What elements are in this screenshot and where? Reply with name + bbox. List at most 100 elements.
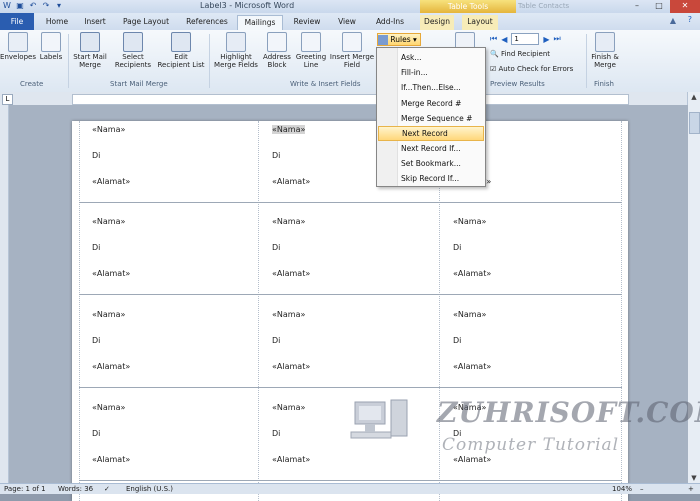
undo-icon[interactable]: ↶ (28, 1, 38, 11)
tab-file[interactable]: File (0, 13, 34, 30)
merge-field-di: Di (92, 429, 101, 438)
record-number-input[interactable]: 1 (511, 33, 540, 45)
tab-design[interactable]: Design (420, 15, 454, 30)
highlight-icon (226, 32, 246, 52)
redo-icon[interactable]: ↷ (41, 1, 51, 11)
label-cell[interactable]: «Nama» Di «Alamat» (441, 310, 611, 402)
merge-field-nama: «Nama» (92, 125, 126, 134)
tab-references[interactable]: References (183, 15, 231, 30)
horizontal-ruler: L (0, 92, 700, 106)
address-block-button[interactable]: Address Block (260, 32, 294, 69)
group-label-finish: Finish (594, 80, 614, 88)
label-cell[interactable]: «Nama» Di «Alamat» (441, 217, 611, 309)
minimize-ribbon-icon[interactable]: ▲ (670, 16, 676, 25)
merge-field-di: Di (272, 151, 281, 160)
save-icon[interactable]: ▣ (15, 1, 25, 11)
tab-page-layout[interactable]: Page Layout (120, 15, 172, 30)
last-record-icon[interactable]: ⏭ (554, 34, 561, 44)
envelope-icon (8, 32, 28, 52)
scroll-thumb[interactable] (689, 112, 700, 134)
rules-menu-item[interactable]: Ask... (377, 50, 485, 65)
find-icon: 🔍 (490, 50, 499, 58)
rules-menu-item[interactable]: Fill-in... (377, 65, 485, 80)
group-label-write-insert: Write & Insert Fields (290, 80, 361, 88)
merge-field-alamat: «Alamat» (92, 177, 131, 186)
label-cell[interactable]: «Nama» Di «Alamat» (80, 125, 250, 217)
ghost-tab-label: Table Contacts (518, 2, 570, 10)
labels-icon (41, 32, 61, 52)
rules-menu-item[interactable]: Set Bookmark... (377, 156, 485, 171)
tab-insert[interactable]: Insert (80, 15, 110, 30)
tab-layout[interactable]: Layout (462, 15, 498, 30)
tab-add-ins[interactable]: Add-Ins (370, 15, 410, 30)
tab-mailings[interactable]: Mailings (237, 15, 283, 31)
tab-selector[interactable]: L (2, 94, 13, 105)
close-icon[interactable]: ✕ (670, 0, 700, 13)
scroll-up-icon[interactable]: ▲ (688, 92, 700, 102)
merge-field-di: Di (272, 429, 281, 438)
title-bar: W ▣ ↶ ↷ ▾ Label3 - Microsoft Word Table … (0, 0, 700, 13)
insert-merge-field-button[interactable]: Insert Merge Field (328, 32, 376, 69)
rules-menu-item[interactable]: Next Record If... (377, 141, 485, 156)
maximize-icon[interactable]: □ (648, 0, 670, 13)
tab-home[interactable]: Home (42, 15, 72, 30)
merge-field-alamat: «Alamat» (92, 269, 131, 278)
merge-field-alamat: «Alamat» (92, 455, 131, 464)
minimize-icon[interactable]: – (626, 0, 648, 13)
first-record-icon[interactable]: ⏮ (490, 34, 497, 44)
start-mail-merge-button[interactable]: Start Mail Merge (72, 32, 108, 69)
find-recipient-button[interactable]: 🔍 Find Recipient (490, 50, 550, 58)
help-icon[interactable]: ? (688, 15, 692, 24)
ribbon-tabs: File Home Insert Page Layout References … (0, 13, 700, 31)
label-cell[interactable]: «Nama» Di «Alamat» (80, 217, 250, 309)
rules-menu-item[interactable]: If...Then...Else... (377, 80, 485, 95)
merge-field-nama: «Nama» (92, 310, 126, 319)
rules-menu-item[interactable]: Merge Record # (377, 96, 485, 111)
group-label-preview: Preview Results (490, 80, 545, 88)
merge-field-di: Di (453, 336, 462, 345)
label-cell[interactable]: «Nama» Di «Alamat» (80, 403, 250, 495)
mailings-ribbon: Envelopes Labels Create Start Mail Merge… (0, 30, 700, 93)
greeting-line-button[interactable]: Greeting Line (295, 32, 327, 69)
customize-qat-icon[interactable]: ▾ (54, 1, 64, 11)
labels-button[interactable]: Labels (38, 32, 64, 61)
rules-menu-item[interactable]: Next Record (378, 125, 484, 141)
watermark: ZUHRISOFT.COM Computer Tutorial (342, 393, 700, 463)
merge-field-alamat: «Alamat» (453, 269, 492, 278)
table-tools-label: Table Tools (420, 0, 516, 13)
edit-list-icon (171, 32, 191, 52)
rules-menu-item[interactable]: Skip Record If... (377, 171, 485, 186)
merge-field-di: Di (92, 151, 101, 160)
word-window: W ▣ ↶ ↷ ▾ Label3 - Microsoft Word Table … (0, 0, 700, 501)
label-cell[interactable]: «Nama» Di «Alamat» (260, 217, 430, 309)
ruler-scale[interactable] (72, 94, 629, 105)
merge-field-alamat: «Alamat» (272, 177, 311, 186)
previous-record-icon[interactable]: ◀ (501, 35, 507, 44)
rules-icon (378, 35, 388, 45)
rules-button[interactable]: Rules ▾ (377, 33, 421, 46)
finish-merge-button[interactable]: Finish & Merge (588, 32, 622, 69)
auto-check-errors-button[interactable]: ☑ Auto Check for Errors (490, 65, 573, 73)
tab-review[interactable]: Review (290, 15, 324, 30)
label-cell[interactable]: «Nama» Di «Alamat» (260, 310, 430, 402)
edit-recipient-list-button[interactable]: Edit Recipient List (157, 32, 205, 69)
group-separator (586, 34, 587, 88)
group-separator (209, 34, 210, 88)
merge-field-alamat: «Alamat» (272, 269, 311, 278)
finish-merge-icon (595, 32, 615, 52)
vertical-ruler (0, 105, 9, 483)
next-record-icon[interactable]: ▶ (543, 35, 549, 44)
group-separator (68, 34, 69, 88)
select-recipients-button[interactable]: Select Recipients (111, 32, 155, 69)
merge-field-di: Di (272, 336, 281, 345)
status-bar: Page: 1 of 1 Words: 36 ✓ English (U.S.) … (0, 483, 700, 494)
insert-field-icon (342, 32, 362, 52)
highlight-merge-fields-button[interactable]: Highlight Merge Fields (212, 32, 260, 69)
rules-menu-item[interactable]: Merge Sequence # (377, 111, 485, 126)
scroll-down-icon[interactable]: ▼ (688, 473, 700, 483)
merge-field-nama: «Nama» (272, 217, 306, 226)
envelopes-button[interactable]: Envelopes (0, 32, 36, 61)
tab-view[interactable]: View (334, 15, 360, 30)
word-logo-icon: W (3, 1, 11, 10)
label-cell[interactable]: «Nama» Di «Alamat» (80, 310, 250, 402)
